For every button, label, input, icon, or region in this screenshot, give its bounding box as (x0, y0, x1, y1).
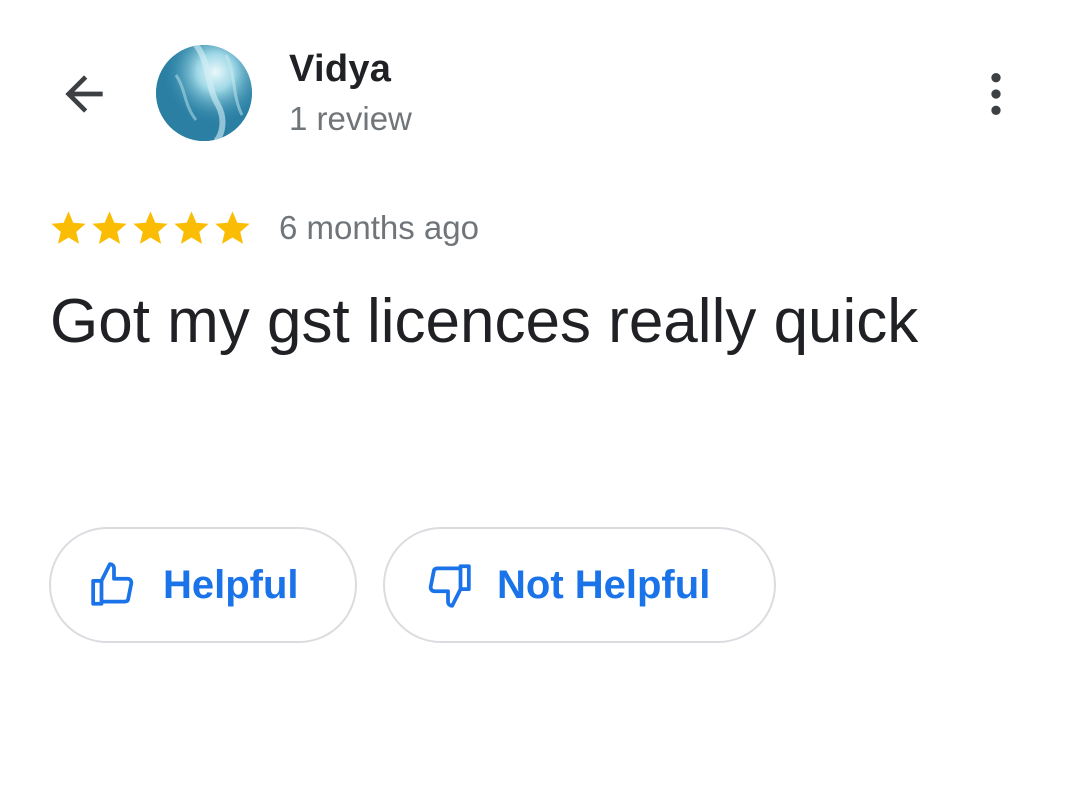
reviewer-review-count: 1 review (289, 100, 412, 137)
review-card: Vidya 1 review 6 months ago Got my gst l… (0, 0, 1080, 806)
rating-row: 6 months ago (48, 204, 479, 252)
star-icon (174, 210, 209, 244)
more-options-button[interactable] (964, 62, 1028, 126)
avatar-image (156, 45, 252, 141)
reviewer-name[interactable]: Vidya (289, 48, 391, 91)
review-text: Got my gst licences really quick (50, 287, 919, 356)
helpful-button[interactable]: Helpful (49, 527, 357, 643)
star-icon (215, 210, 250, 244)
review-detail-page: Vidya 1 review 6 months ago Got my gst l… (0, 0, 1080, 806)
not-helpful-label: Not Helpful (497, 562, 711, 607)
avatar[interactable] (156, 45, 252, 141)
more-vert-icon (991, 73, 1001, 115)
not-helpful-button[interactable]: Not Helpful (383, 527, 776, 643)
back-button[interactable] (52, 62, 116, 126)
star-rating (48, 208, 253, 249)
helpful-label: Helpful (163, 562, 299, 607)
thumb-down-icon (423, 560, 473, 610)
star-icon (92, 210, 127, 244)
review-time: 6 months ago (279, 209, 479, 246)
arrow-back-icon (65, 75, 103, 113)
thumb-up-icon (89, 560, 139, 610)
star-icon (51, 210, 86, 244)
star-icon (133, 210, 168, 244)
